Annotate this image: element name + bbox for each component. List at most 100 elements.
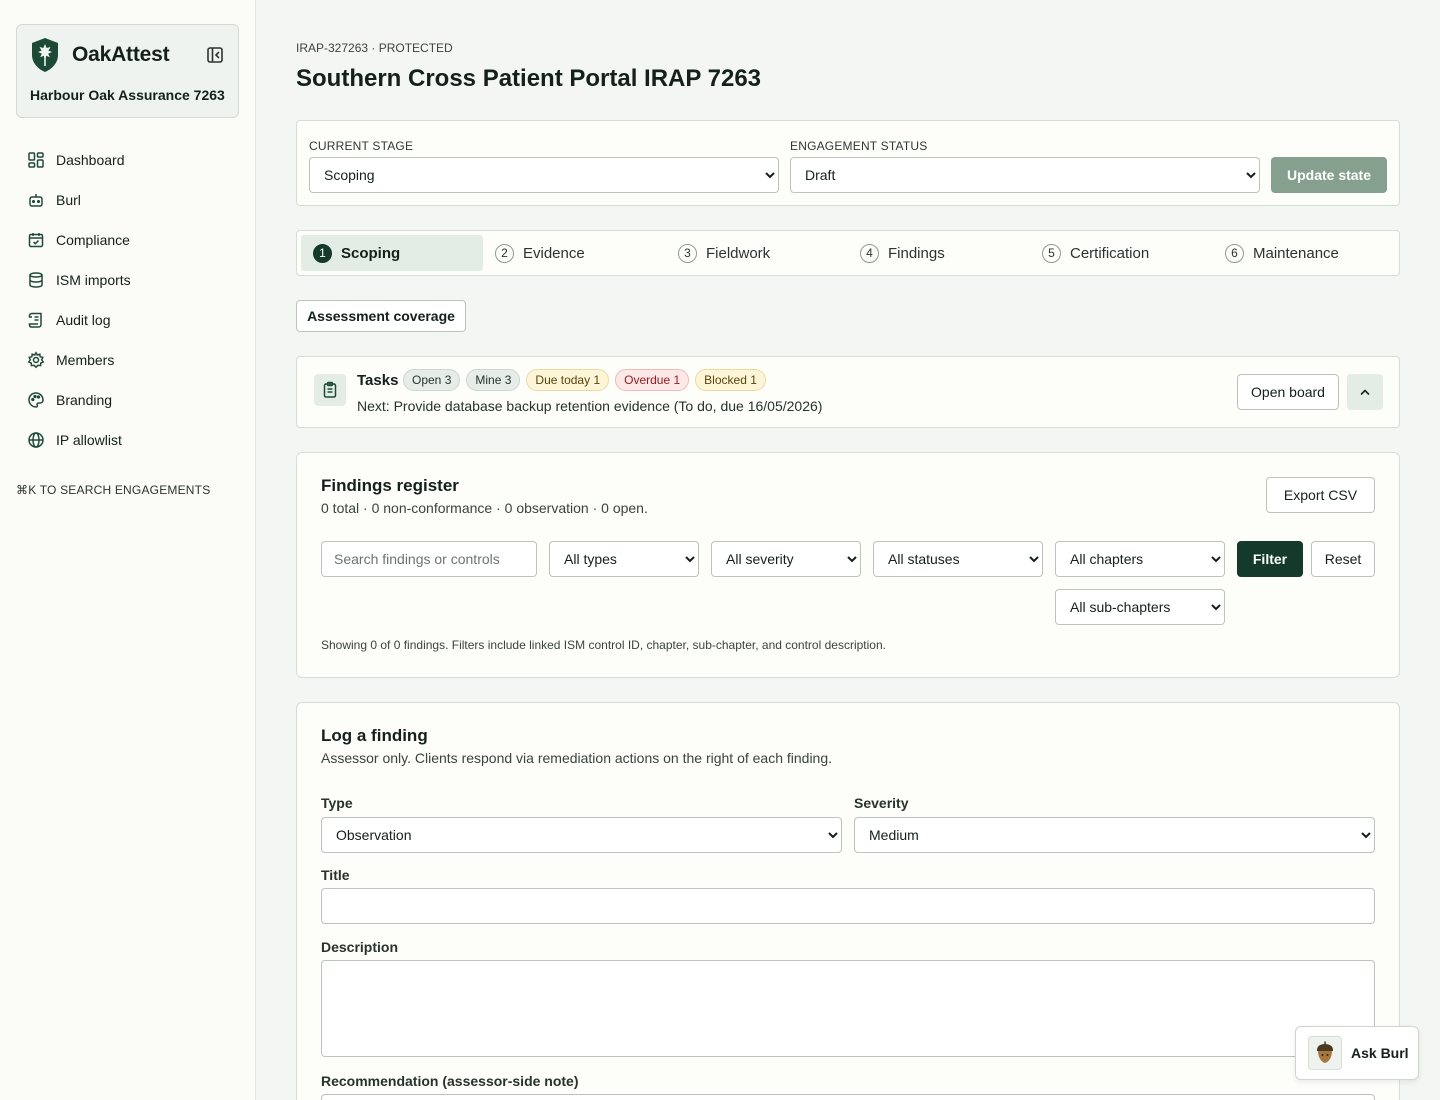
subchapter-filter-select[interactable]: All sub-chapters xyxy=(1055,589,1225,625)
sidebar-item-label: Burl xyxy=(56,192,81,208)
stage-stepper: 1 Scoping 2 Evidence 3 Fieldwork 4 Findi… xyxy=(296,230,1400,276)
finding-title-input[interactable] xyxy=(321,888,1375,924)
type-label: Type xyxy=(321,795,353,811)
description-label: Description xyxy=(321,939,399,955)
dashboard-icon xyxy=(28,152,44,168)
tab-scoping[interactable]: 1 Scoping xyxy=(301,235,483,271)
step-label: Fieldwork xyxy=(706,244,771,262)
step-label: Evidence xyxy=(523,244,585,262)
sidebar-item-label: Dashboard xyxy=(56,152,125,168)
tab-evidence[interactable]: 2 Evidence xyxy=(483,235,665,271)
tab-certification[interactable]: 5 Certification xyxy=(1030,235,1212,271)
database-icon xyxy=(29,272,43,288)
sidebar-item-members[interactable]: Members xyxy=(16,340,239,380)
current-stage-label: CURRENT STAGE xyxy=(309,139,414,153)
robot-icon xyxy=(29,194,43,207)
step-label: Scoping xyxy=(341,244,401,262)
log-finding-title: Log a finding xyxy=(321,726,428,745)
severity-label: Severity xyxy=(854,795,909,811)
log-finding-subtitle: Assessor only. Clients respond via remed… xyxy=(321,750,833,766)
sidebar-item-dashboard[interactable]: Dashboard xyxy=(16,140,239,180)
org-name: Harbour Oak Assurance 7263 xyxy=(30,87,225,103)
status-filter-select[interactable]: All statuses xyxy=(873,541,1043,577)
export-csv-button[interactable]: Export CSV xyxy=(1266,477,1375,513)
sidebar-item-branding[interactable]: Branding xyxy=(16,380,239,420)
chevron-up-icon xyxy=(1360,389,1370,395)
search-shortcut-hint: ⌘K TO SEARCH ENGAGEMENTS xyxy=(16,483,211,497)
search-findings-input[interactable] xyxy=(321,541,537,577)
step-number: 2 xyxy=(495,243,514,263)
palette-icon xyxy=(28,392,44,408)
tab-maintenance[interactable]: 6 Maintenance xyxy=(1213,235,1395,271)
step-label: Certification xyxy=(1070,244,1150,262)
tasks-card: Tasks Open 3 Mine 3 Due today 1 Overdue … xyxy=(296,356,1400,428)
next-task-text: Next: Provide database backup retention … xyxy=(357,398,823,414)
calendar-check-icon xyxy=(28,233,44,248)
due-today-badge: Due today 1 xyxy=(526,369,610,391)
open-board-button[interactable]: Open board xyxy=(1237,374,1339,410)
chapter-filter-select[interactable]: All chapters xyxy=(1055,541,1225,577)
org-card: OakAttest Harbour Oak Assurance 7263 xyxy=(16,24,239,118)
sidebar-item-compliance[interactable]: Compliance xyxy=(16,220,239,260)
findings-register-title: Findings register xyxy=(321,476,459,495)
finding-recommendation-textarea[interactable] xyxy=(321,1094,1375,1100)
tab-fieldwork[interactable]: 3 Fieldwork xyxy=(666,235,848,271)
step-number: 3 xyxy=(678,243,697,263)
ask-burl-button[interactable]: Ask Burl xyxy=(1295,1026,1419,1080)
sidebar-nav: Dashboard Burl Compliance ISM imports Au… xyxy=(16,140,239,460)
acorn-avatar-icon xyxy=(1308,1036,1342,1070)
update-state-button[interactable]: Update state xyxy=(1271,157,1387,193)
recommendation-label: Recommendation (assessor-side note) xyxy=(321,1073,579,1089)
step-number: 5 xyxy=(1042,243,1061,263)
state-card: CURRENT STAGE Scoping ENGAGEMENT STATUS … xyxy=(296,120,1400,206)
step-number: 1 xyxy=(313,243,332,263)
finding-severity-select[interactable]: Medium xyxy=(854,817,1375,853)
finding-description-textarea[interactable] xyxy=(321,960,1375,1057)
sidebar-item-label: ISM imports xyxy=(56,272,131,288)
findings-register-card: Findings register 0 total · 0 non-confor… xyxy=(296,452,1400,678)
blocked-badge: Blocked 1 xyxy=(695,369,766,391)
mine-count-badge: Mine 3 xyxy=(466,369,521,391)
sidebar: OakAttest Harbour Oak Assurance 7263 Das… xyxy=(0,0,256,1100)
reset-button[interactable]: Reset xyxy=(1311,541,1375,577)
task-badges: Open 3 Mine 3 Due today 1 Overdue 1 Bloc… xyxy=(403,369,766,391)
findings-summary: 0 total · 0 non-conformance · 0 observat… xyxy=(321,500,648,516)
open-count-badge: Open 3 xyxy=(403,369,461,391)
globe-icon xyxy=(28,432,44,448)
collapse-sidebar-icon[interactable] xyxy=(206,46,224,64)
step-label: Maintenance xyxy=(1253,244,1339,262)
collapse-tasks-button[interactable] xyxy=(1347,374,1383,410)
scroll-icon xyxy=(28,312,42,328)
log-finding-card: Log a finding Assessor only. Clients res… xyxy=(296,702,1400,1100)
title-label: Title xyxy=(321,867,350,883)
sidebar-item-audit-log[interactable]: Audit log xyxy=(16,300,239,340)
sidebar-item-label: IP allowlist xyxy=(56,432,122,448)
filter-button[interactable]: Filter xyxy=(1237,541,1303,577)
findings-count-note: Showing 0 of 0 findings. Filters include… xyxy=(321,638,886,652)
sidebar-item-label: Members xyxy=(56,352,115,368)
sidebar-item-label: Compliance xyxy=(56,232,130,248)
sidebar-item-burl[interactable]: Burl xyxy=(16,180,239,220)
clipboard-icon xyxy=(314,374,346,406)
gear-icon xyxy=(27,351,45,369)
type-filter-select[interactable]: All types xyxy=(549,541,699,577)
step-number: 4 xyxy=(860,243,879,263)
step-number: 6 xyxy=(1225,243,1244,263)
brand-name: OakAttest xyxy=(72,43,170,66)
severity-filter-select[interactable]: All severity xyxy=(711,541,861,577)
page-title: Southern Cross Patient Portal IRAP 7263 xyxy=(296,65,762,92)
finding-type-select[interactable]: Observation xyxy=(321,817,842,853)
tab-findings[interactable]: 4 Findings xyxy=(848,235,1030,271)
sidebar-item-label: Branding xyxy=(56,392,113,408)
step-label: Findings xyxy=(888,244,945,262)
sidebar-item-ip-allowlist[interactable]: IP allowlist xyxy=(16,420,239,460)
ask-burl-label: Ask Burl xyxy=(1351,1045,1409,1061)
tasks-title: Tasks xyxy=(357,372,399,389)
assessment-coverage-button[interactable]: Assessment coverage xyxy=(296,300,466,332)
engagement-status-select[interactable]: Draft xyxy=(790,157,1260,193)
sidebar-item-ism-imports[interactable]: ISM imports xyxy=(16,260,239,300)
sidebar-item-label: Audit log xyxy=(56,312,111,328)
engagement-status-label: ENGAGEMENT STATUS xyxy=(790,139,928,153)
oak-shield-logo-icon xyxy=(32,38,58,72)
current-stage-select[interactable]: Scoping xyxy=(309,157,779,193)
